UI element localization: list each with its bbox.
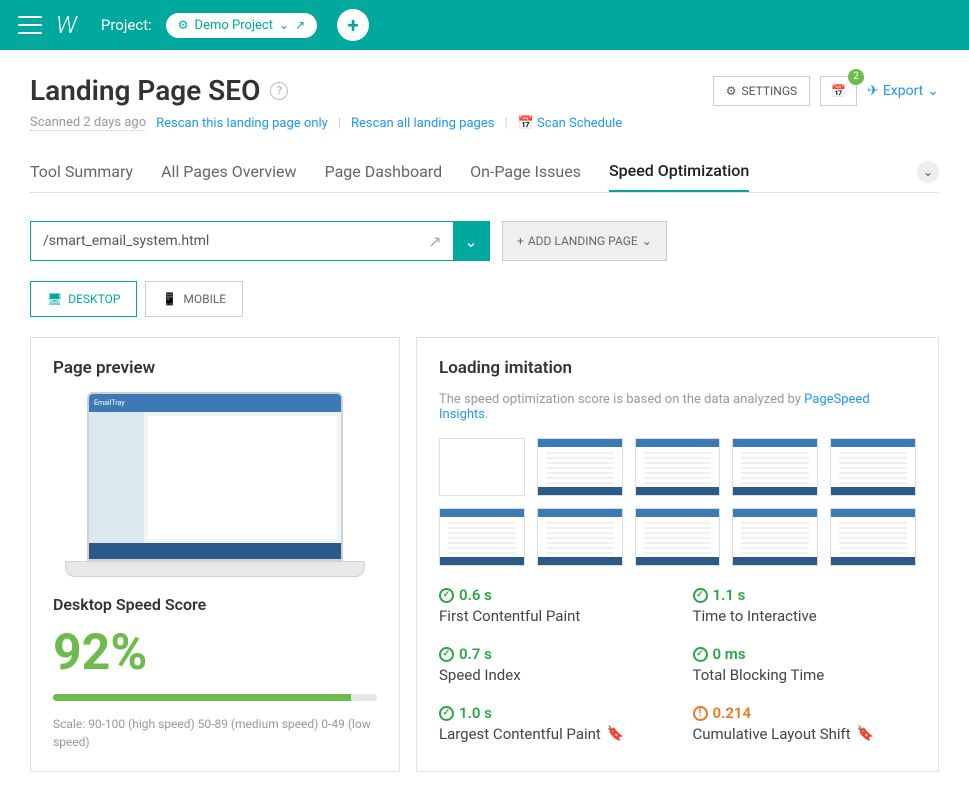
preview-card: Page preview EmailTray Desktop Speed Sco… bbox=[30, 337, 400, 772]
metric-si: ✓0.7 s Speed Index bbox=[439, 645, 663, 684]
loading-thumbnails bbox=[439, 438, 916, 566]
settings-button[interactable]: ⚙ SETTINGS bbox=[713, 76, 810, 106]
desktop-icon: 🖥 bbox=[47, 292, 62, 306]
metric-lcp: ✓1.0 s Largest Contentful Paint 🔖 bbox=[439, 704, 663, 743]
rescan-this-link[interactable]: Rescan this landing page only bbox=[156, 116, 328, 131]
url-input-group: ↗ ⌄ bbox=[30, 221, 490, 261]
rescan-all-link[interactable]: Rescan all landing pages bbox=[351, 116, 494, 131]
menu-icon[interactable] bbox=[18, 16, 42, 34]
share-icon: ⚙ bbox=[178, 18, 189, 32]
tab-speed[interactable]: Speed Optimization bbox=[609, 151, 749, 192]
chevron-down-icon: ⌄ bbox=[927, 83, 939, 99]
tab-summary[interactable]: Tool Summary bbox=[30, 152, 133, 191]
thumb-frame bbox=[732, 508, 818, 566]
send-icon: ✈ bbox=[867, 83, 879, 99]
score-value: 92% bbox=[53, 624, 377, 682]
metric-fcp: ✓0.6 s First Contentful Paint bbox=[439, 586, 663, 625]
metrics-grid: ✓0.6 s First Contentful Paint ✓1.1 s Tim… bbox=[439, 586, 916, 743]
project-selector[interactable]: ⚙ Demo Project ⌄ ↗ bbox=[166, 13, 317, 38]
loading-title: Loading imitation bbox=[439, 358, 916, 378]
warning-icon: ! bbox=[693, 706, 708, 721]
thumb-frame bbox=[537, 438, 623, 496]
metric-cls: !0.214 Cumulative Layout Shift 🔖 bbox=[693, 704, 917, 743]
check-icon: ✓ bbox=[693, 647, 708, 662]
scan-schedule-link[interactable]: 📅 Scan Schedule bbox=[518, 116, 623, 131]
tab-expand-button[interactable]: ⌄ bbox=[917, 161, 939, 183]
logo: W bbox=[56, 11, 77, 39]
thumb-frame bbox=[439, 508, 525, 566]
help-icon[interactable]: ? bbox=[270, 82, 288, 100]
scale-text: Scale: 90-100 (high speed) 50-89 (medium… bbox=[53, 715, 377, 751]
preview-title: Page preview bbox=[53, 358, 377, 378]
page-title: Landing Page SEO ? bbox=[30, 74, 288, 107]
chevron-down-icon: ⌄ bbox=[279, 18, 289, 32]
bookmark-icon[interactable]: 🔖 bbox=[607, 726, 624, 742]
metric-tbt: ✓0 ms Total Blocking Time bbox=[693, 645, 917, 684]
thumb-frame bbox=[830, 508, 916, 566]
mobile-icon: 📱 bbox=[162, 292, 177, 306]
thumb-frame bbox=[732, 438, 818, 496]
tab-issues[interactable]: On-Page Issues bbox=[470, 152, 581, 191]
open-url-button[interactable]: ↗ bbox=[417, 222, 453, 260]
scanned-text: Scanned 2 days ago bbox=[30, 115, 146, 131]
tab-dashboard[interactable]: Page Dashboard bbox=[325, 152, 443, 191]
project-label: Project: bbox=[101, 16, 152, 34]
thumb-frame bbox=[635, 508, 721, 566]
calendar-button[interactable]: 📅 2 bbox=[820, 76, 857, 106]
check-icon: ✓ bbox=[439, 647, 454, 662]
loading-card: Loading imitation The speed optimization… bbox=[416, 337, 939, 772]
scan-meta: Scanned 2 days ago Rescan this landing p… bbox=[30, 115, 939, 131]
bookmark-icon[interactable]: 🔖 bbox=[857, 726, 874, 742]
calendar-badge: 2 bbox=[848, 69, 864, 85]
check-icon: ✓ bbox=[693, 588, 708, 603]
plus-icon: + bbox=[517, 234, 524, 248]
preview-header: EmailTray bbox=[89, 394, 341, 412]
calendar-icon: 📅 bbox=[518, 116, 534, 131]
loading-subtitle: The speed optimization score is based on… bbox=[439, 392, 916, 422]
calendar-icon: 📅 bbox=[831, 84, 846, 98]
url-input[interactable] bbox=[31, 222, 417, 260]
tabs: Tool Summary All Pages Overview Page Das… bbox=[30, 151, 939, 193]
check-icon: ✓ bbox=[439, 706, 454, 721]
thumb-frame bbox=[635, 438, 721, 496]
project-name: Demo Project bbox=[195, 18, 273, 33]
thumb-frame bbox=[439, 438, 525, 496]
url-dropdown-button[interactable]: ⌄ bbox=[453, 222, 489, 260]
metric-tti: ✓1.1 s Time to Interactive bbox=[693, 586, 917, 625]
chevron-down-icon: ⌄ bbox=[642, 234, 652, 248]
gear-icon: ⚙ bbox=[726, 84, 737, 98]
tab-overview[interactable]: All Pages Overview bbox=[161, 152, 296, 191]
desktop-toggle[interactable]: 🖥 DESKTOP bbox=[30, 281, 137, 317]
topbar: W Project: ⚙ Demo Project ⌄ ↗ + bbox=[0, 0, 969, 50]
add-project-button[interactable]: + bbox=[337, 9, 369, 41]
check-icon: ✓ bbox=[439, 588, 454, 603]
score-progress bbox=[53, 694, 377, 701]
mobile-toggle[interactable]: 📱 MOBILE bbox=[145, 281, 243, 317]
thumb-frame bbox=[537, 508, 623, 566]
add-landing-button[interactable]: + ADD LANDING PAGE ⌄ bbox=[502, 221, 667, 261]
thumb-frame bbox=[830, 438, 916, 496]
laptop-preview: EmailTray bbox=[65, 392, 365, 577]
score-label: Desktop Speed Score bbox=[53, 595, 377, 614]
export-button[interactable]: ✈ Export ⌄ bbox=[867, 83, 939, 99]
external-link-icon: ↗ bbox=[295, 18, 305, 32]
